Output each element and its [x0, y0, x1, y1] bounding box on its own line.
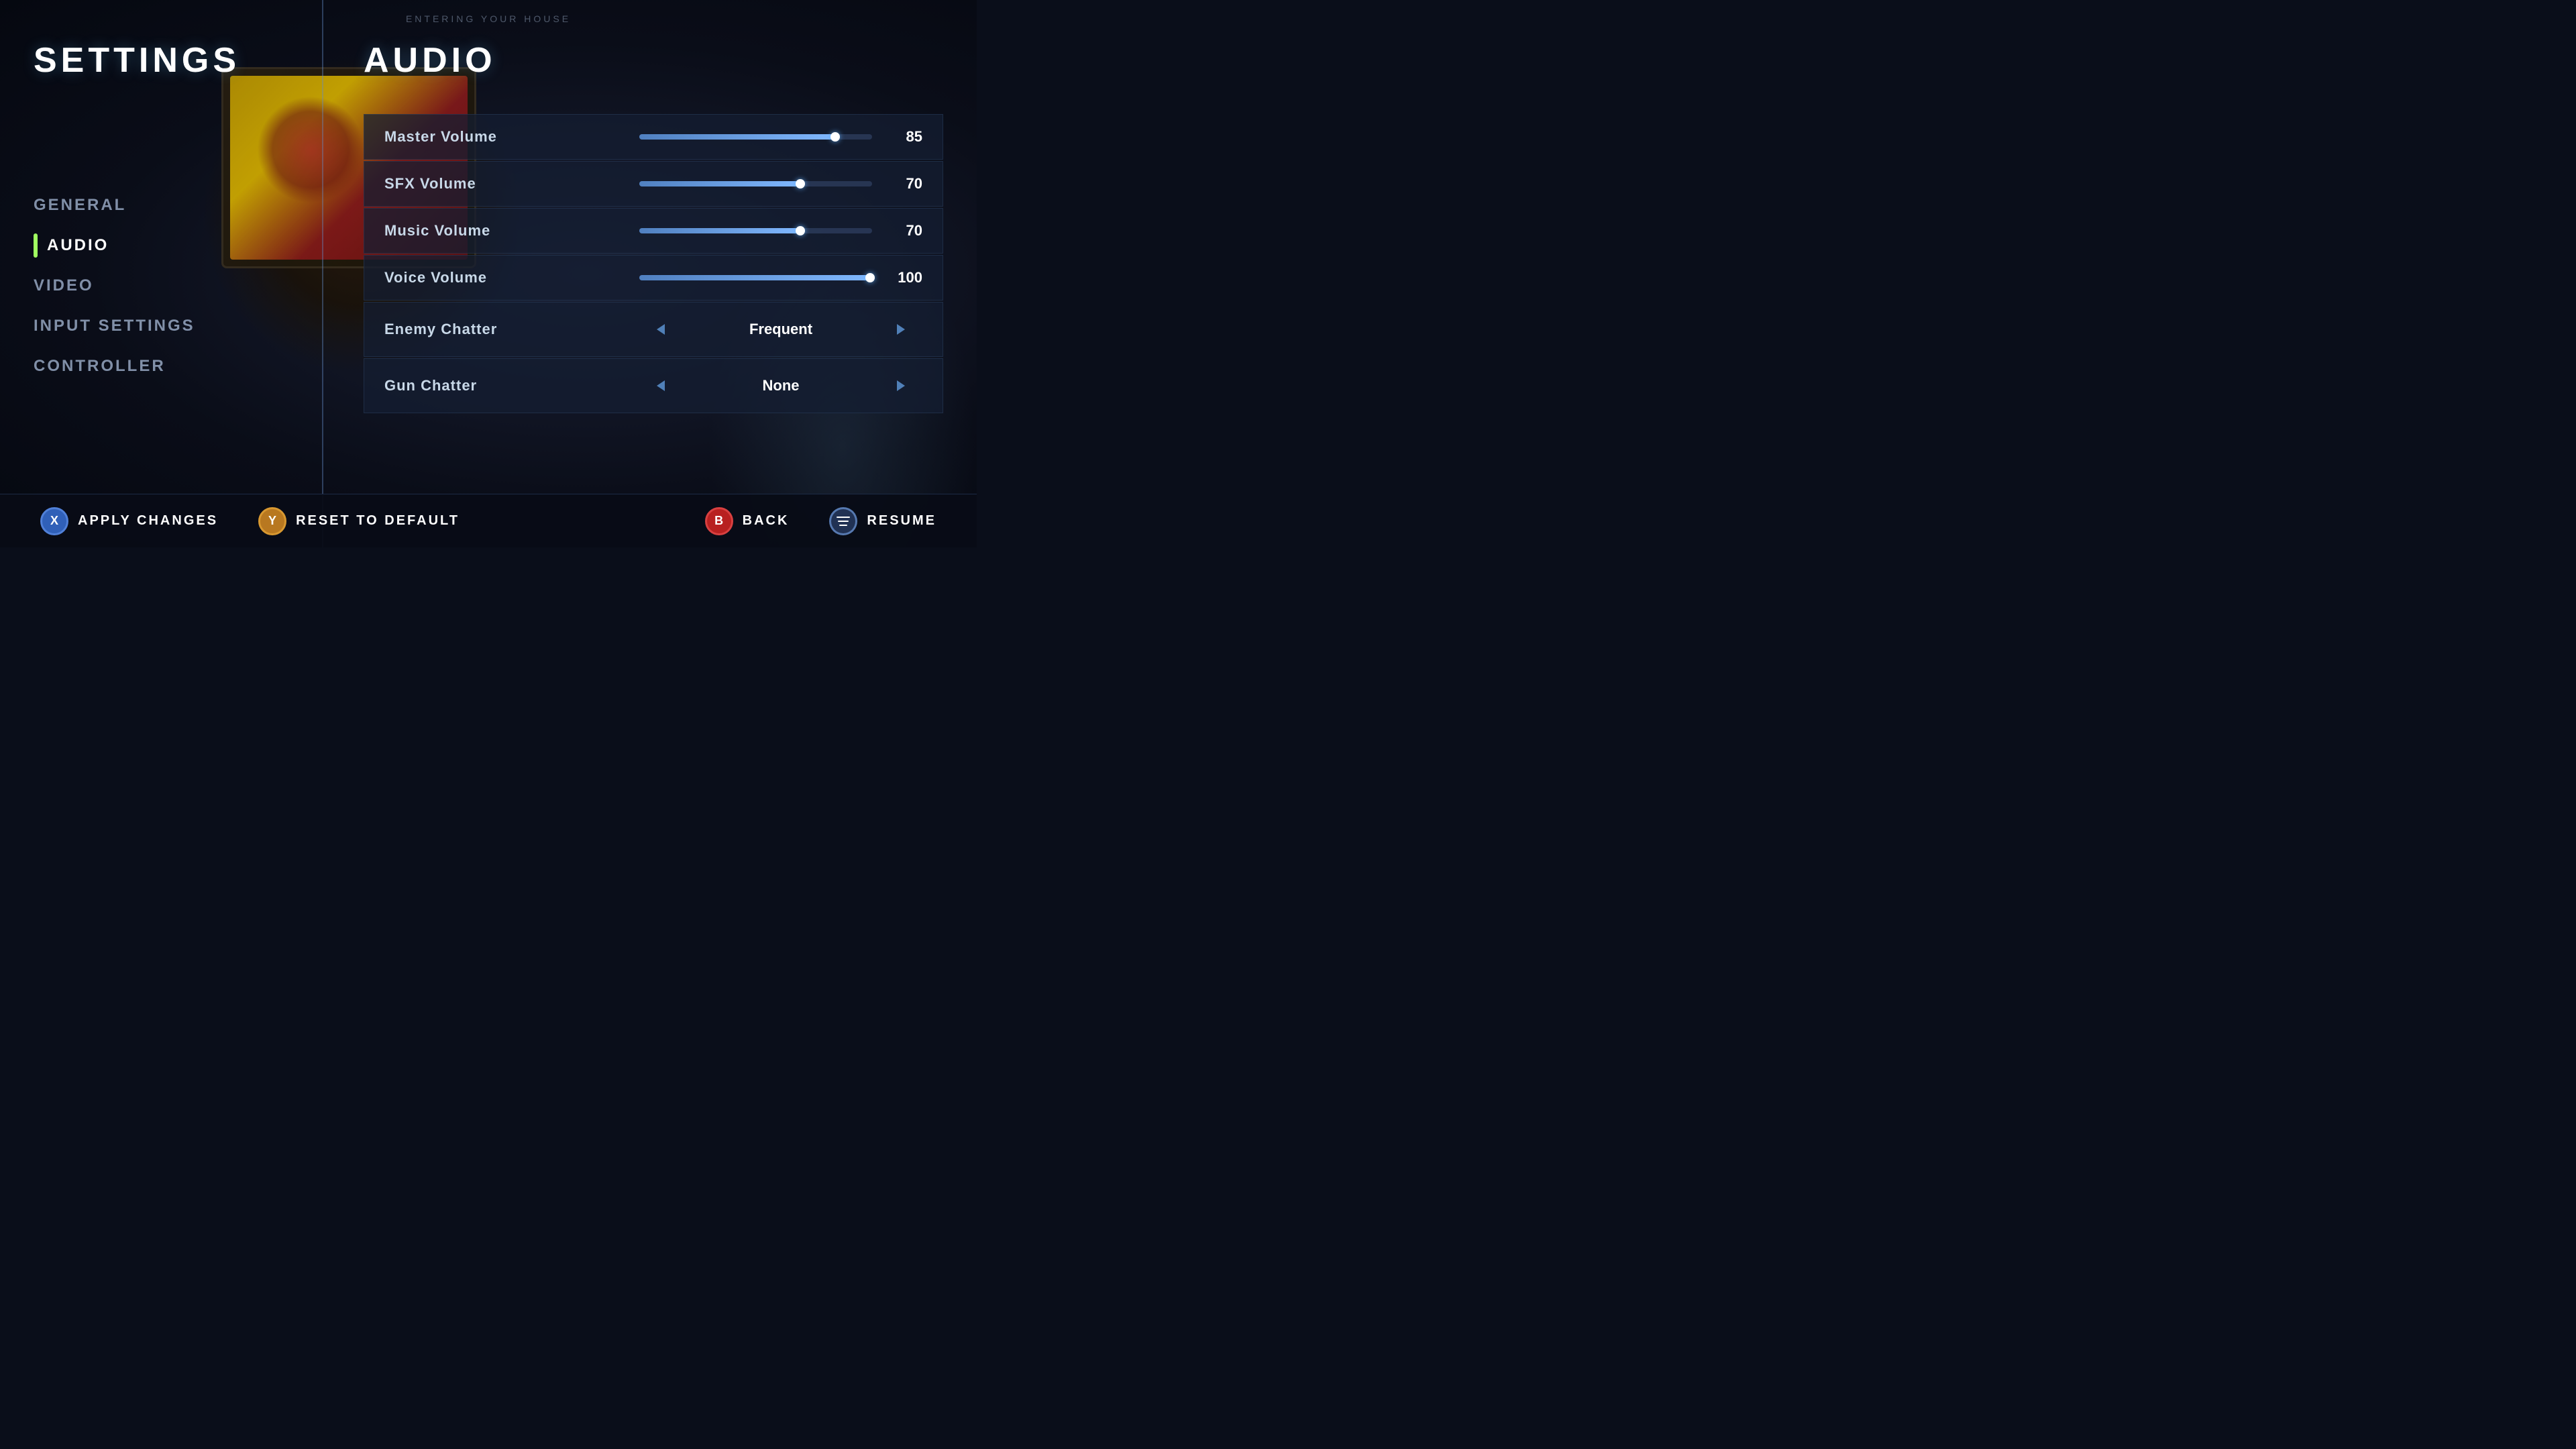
slider-value-sfx-volume: 70: [885, 175, 922, 193]
setting-row-music-volume: Music Volume 70: [364, 208, 943, 254]
slider-track-sfx-volume[interactable]: [639, 181, 872, 186]
back-button[interactable]: B BACK: [692, 500, 803, 542]
menu-line-3: [839, 525, 847, 526]
section-title: AUDIO: [364, 40, 943, 80]
slider-value-music-volume: 70: [885, 222, 922, 239]
bottom-toolbar: X APPLY CHANGES Y RESET TO DEFAULT B BAC…: [0, 494, 977, 547]
apply-changes-label: APPLY CHANGES: [78, 513, 218, 529]
slider-container-sfx-volume: 70: [639, 175, 922, 193]
selector-container-gun-chatter: None: [639, 371, 922, 400]
toolbar-right: B BACK RESUME: [692, 500, 950, 542]
selector-value-gun-chatter: None: [676, 377, 886, 394]
arrow-right-gun-chatter[interactable]: [886, 371, 916, 400]
setting-row-sfx-volume: SFX Volume 70: [364, 161, 943, 207]
setting-row-enemy-chatter: Enemy Chatter Frequent: [364, 302, 943, 357]
sidebar: SETTINGS GENERAL AUDIO VIDEO INPUT SETTI…: [0, 0, 322, 547]
menu-lines-icon: [837, 517, 850, 526]
main-content: AUDIO Master Volume 85 SFX Volume 70: [330, 0, 977, 494]
sidebar-item-audio[interactable]: AUDIO: [34, 228, 288, 263]
section-divider: [322, 0, 323, 547]
sidebar-item-video[interactable]: VIDEO: [34, 268, 288, 303]
setting-label-gun-chatter: Gun Chatter: [384, 377, 639, 394]
arrow-right-enemy-chatter[interactable]: [886, 315, 916, 344]
slider-fill-sfx-volume: [639, 181, 802, 186]
toolbar-left: X APPLY CHANGES Y RESET TO DEFAULT: [27, 500, 473, 542]
setting-label-sfx-volume: SFX Volume: [384, 175, 639, 193]
setting-row-master-volume: Master Volume 85: [364, 114, 943, 160]
setting-label-music-volume: Music Volume: [384, 222, 639, 239]
slider-fill-music-volume: [639, 228, 802, 233]
slider-value-voice-volume: 100: [885, 269, 922, 286]
slider-container-master-volume: 85: [639, 128, 922, 146]
reset-to-default-button[interactable]: Y RESET TO DEFAULT: [245, 500, 473, 542]
resume-button[interactable]: RESUME: [816, 500, 950, 542]
resume-label: RESUME: [867, 513, 936, 529]
setting-label-master-volume: Master Volume: [384, 128, 639, 146]
slider-fill-voice-volume: [639, 275, 872, 280]
menu-button-icon: [829, 507, 857, 535]
slider-track-master-volume[interactable]: [639, 134, 872, 140]
slider-value-master-volume: 85: [885, 128, 922, 146]
selector-value-enemy-chatter: Frequent: [676, 321, 886, 338]
settings-title: SETTINGS: [34, 40, 288, 80]
nav-menu: GENERAL AUDIO VIDEO INPUT SETTINGS CONTR…: [34, 188, 288, 384]
slider-fill-master-volume: [639, 134, 837, 140]
y-button-icon: Y: [258, 507, 286, 535]
b-button-icon: B: [705, 507, 733, 535]
settings-list: Master Volume 85 SFX Volume 70 Music Vol…: [364, 114, 943, 413]
x-button-icon: X: [40, 507, 68, 535]
setting-label-voice-volume: Voice Volume: [384, 269, 639, 286]
slider-container-voice-volume: 100: [639, 269, 922, 286]
slider-track-music-volume[interactable]: [639, 228, 872, 233]
selector-container-enemy-chatter: Frequent: [639, 315, 922, 344]
arrow-left-enemy-chatter[interactable]: [646, 315, 676, 344]
sidebar-item-input-settings[interactable]: INPUT SETTINGS: [34, 309, 288, 343]
sidebar-item-general[interactable]: GENERAL: [34, 188, 288, 223]
arrow-left-gun-chatter[interactable]: [646, 371, 676, 400]
sidebar-item-controller[interactable]: CONTROLLER: [34, 349, 288, 384]
menu-line-2: [838, 521, 849, 522]
menu-line-1: [837, 517, 850, 518]
slider-track-voice-volume[interactable]: [639, 275, 872, 280]
reset-to-default-label: RESET TO DEFAULT: [296, 513, 460, 529]
setting-label-enemy-chatter: Enemy Chatter: [384, 321, 639, 338]
setting-row-voice-volume: Voice Volume 100: [364, 255, 943, 301]
back-label: BACK: [743, 513, 790, 529]
setting-row-gun-chatter: Gun Chatter None: [364, 358, 943, 413]
apply-changes-button[interactable]: X APPLY CHANGES: [27, 500, 231, 542]
slider-container-music-volume: 70: [639, 222, 922, 239]
